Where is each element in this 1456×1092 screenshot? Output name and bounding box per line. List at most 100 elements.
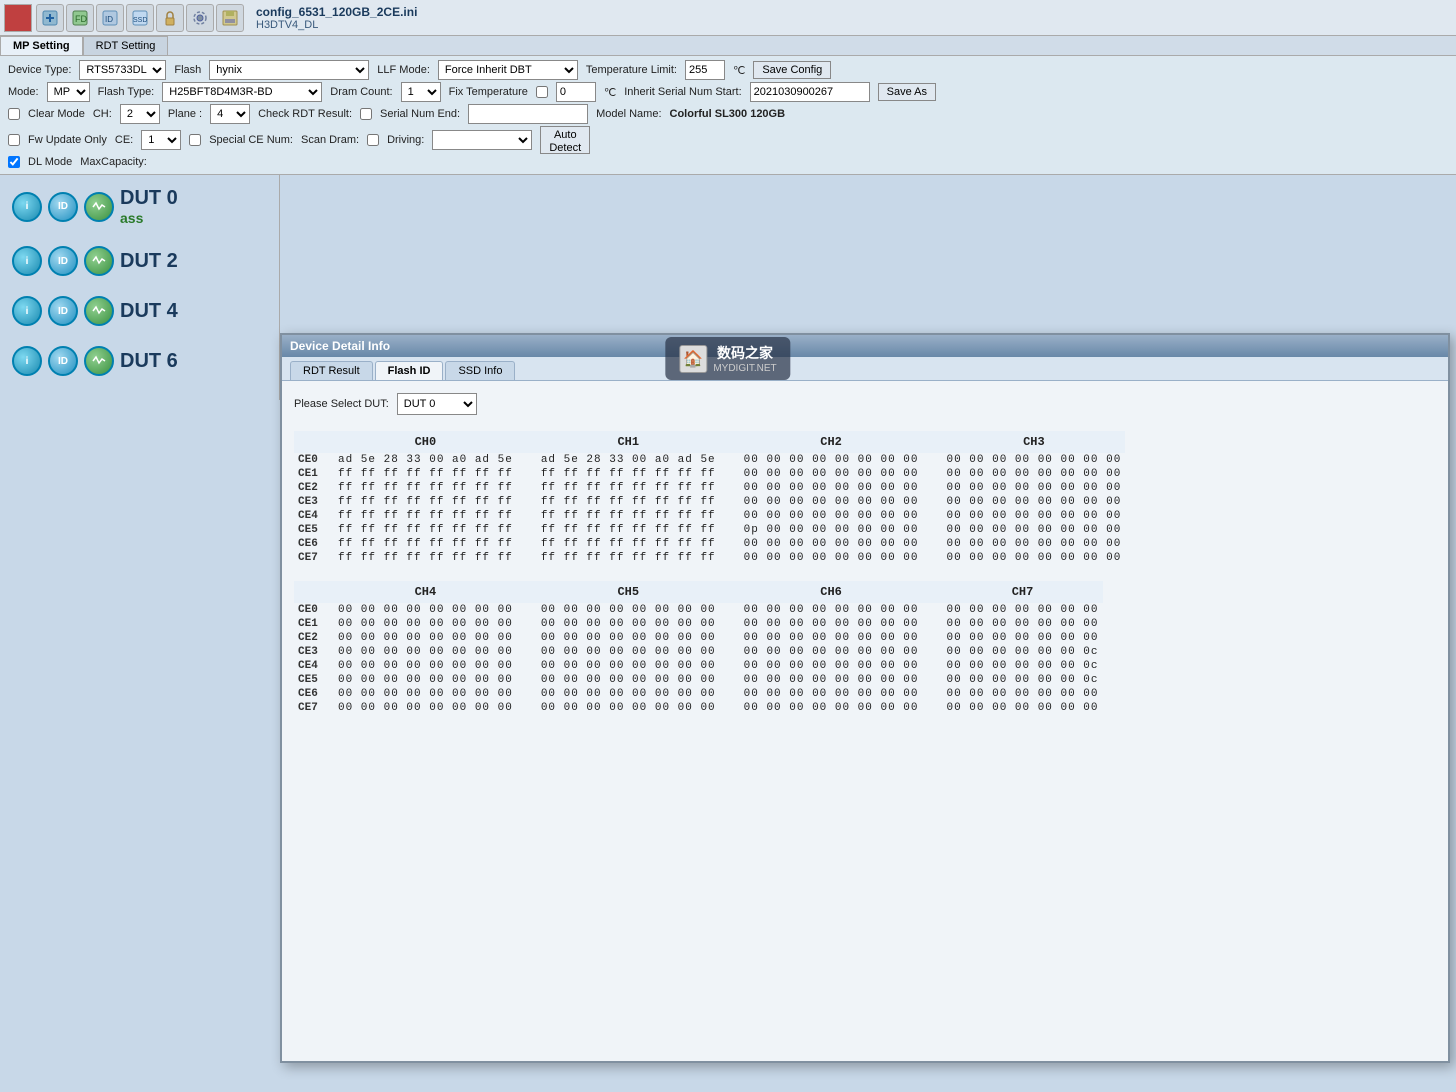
scan-dram-label: Scan Dram: (301, 134, 359, 146)
llf-mode-select[interactable]: Force Inherit DBT (438, 60, 578, 80)
table-row: CE7ff ff ff ff ff ff ff ffff ff ff ff ff… (294, 551, 1125, 565)
dram-count-select[interactable]: 1 (401, 82, 441, 102)
color-indicator-red (4, 4, 32, 32)
table-row: CE2ff ff ff ff ff ff ff ffff ff ff ff ff… (294, 481, 1125, 495)
dl-mode-label: DL Mode (28, 156, 72, 168)
clear-mode-label: Clear Mode (28, 108, 85, 120)
table-row: CE700 00 00 00 00 00 00 0000 00 00 00 00… (294, 701, 1103, 715)
fix-temp-input[interactable] (556, 82, 596, 102)
scan-dram-checkbox[interactable] (367, 134, 379, 146)
dut-2-info-icon[interactable]: i (12, 246, 42, 276)
fix-temp-unit: ℃ (604, 86, 616, 99)
inherit-serial-input[interactable] (750, 82, 870, 102)
dut-6-activity-icon[interactable] (84, 346, 114, 376)
tab-rdt-result[interactable]: RDT Result (290, 361, 373, 380)
table-row: CE3ff ff ff ff ff ff ff ffff ff ff ff ff… (294, 495, 1125, 509)
temp-limit-label: Temperature Limit: (586, 64, 677, 76)
device-type-select[interactable]: RTS5733DL (79, 60, 166, 80)
llf-mode-label: LLF Mode: (377, 64, 430, 76)
table-row: CE200 00 00 00 00 00 00 0000 00 00 00 00… (294, 631, 1103, 645)
plane-select[interactable]: 4 (210, 104, 250, 124)
dut-6-id-icon[interactable]: ID (48, 346, 78, 376)
ce-select[interactable]: 1 (141, 130, 181, 150)
temp-limit-input[interactable] (685, 60, 725, 80)
dut-select-row: Please Select DUT: DUT 0 (294, 393, 1436, 415)
table-row: CE300 00 00 00 00 00 00 0000 00 00 00 00… (294, 645, 1103, 659)
ch0-header: CH0 (334, 431, 517, 453)
ch3-header: CH3 (942, 431, 1125, 453)
auto-detect-button[interactable]: AutoDetect (540, 126, 590, 154)
dut-4-id-icon[interactable]: ID (48, 296, 78, 326)
rdt-result-button[interactable] (36, 4, 64, 32)
ch4-header: CH4 (334, 581, 517, 603)
dialog-title: Device Detail Info (290, 339, 390, 353)
config-title-group: config_6531_120GB_2CE.ini H3DTV4_DL (256, 5, 417, 31)
dut-0-activity-icon[interactable] (84, 192, 114, 222)
fix-temp-checkbox[interactable] (536, 86, 548, 98)
device-detail-dialog: Device Detail Info RDT Result Flash ID S… (280, 333, 1450, 1063)
factory-defect-button[interactable]: FD (66, 4, 94, 32)
table-row: CE5ff ff ff ff ff ff ff ffff ff ff ff ff… (294, 523, 1125, 537)
tab-ssd-info[interactable]: SSD Info (445, 361, 515, 380)
main-tabs: MP Setting RDT Setting (0, 36, 1456, 56)
flash-table-ch0-ch3: CH0 CH1 CH2 CH3 CE0ad 5e 28 33 00 a0 ad … (294, 431, 1125, 565)
dut-4-activity-icon[interactable] (84, 296, 114, 326)
save-as-button[interactable]: Save As (878, 83, 936, 101)
save-config-button[interactable]: Save Config (753, 61, 831, 79)
table-row: CE100 00 00 00 00 00 00 0000 00 00 00 00… (294, 617, 1103, 631)
dut-item-0: i ID DUT 0 ass (8, 183, 271, 230)
dut-6-label: DUT 6 (120, 350, 178, 373)
ch2-header: CH2 (740, 431, 923, 453)
svg-text:SSD: SSD (133, 17, 147, 24)
dram-count-label: Dram Count: (330, 86, 392, 98)
special-ce-label: Special CE Num: (209, 134, 293, 146)
lock-button[interactable] (156, 4, 184, 32)
dut-2-activity-icon[interactable] (84, 246, 114, 276)
svg-text:ID: ID (105, 15, 113, 24)
driving-label: Driving: (387, 134, 424, 146)
watermark-main: 数码之家 (713, 343, 776, 363)
dl-mode-checkbox[interactable] (8, 156, 20, 168)
dut-selector[interactable]: DUT 0 (397, 393, 477, 415)
read-id-button[interactable]: ID (96, 4, 124, 32)
clear-mode-checkbox[interactable] (8, 108, 20, 120)
driving-select[interactable] (432, 130, 532, 150)
table-row: CE0ad 5e 28 33 00 a0 ad 5ead 5e 28 33 00… (294, 453, 1125, 467)
settings-button[interactable] (186, 4, 214, 32)
special-ce-checkbox[interactable] (189, 134, 201, 146)
device-type-label: Device Type: (8, 64, 71, 76)
tab-mp-setting[interactable]: MP Setting (0, 36, 83, 55)
flash-select[interactable]: hynix (209, 60, 369, 80)
dut-0-info-icon[interactable]: i (12, 192, 42, 222)
table-row: CE6ff ff ff ff ff ff ff ffff ff ff ff ff… (294, 537, 1125, 551)
dut-2-id-icon[interactable]: ID (48, 246, 78, 276)
ch-select[interactable]: 2 (120, 104, 160, 124)
serial-end-input[interactable] (468, 104, 588, 124)
plane-label: Plane : (168, 108, 202, 120)
dut-4-info-icon[interactable]: i (12, 296, 42, 326)
tab-flash-id[interactable]: Flash ID (375, 361, 444, 380)
check-rdt-checkbox[interactable] (360, 108, 372, 120)
dut-6-info-icon[interactable]: i (12, 346, 42, 376)
table-row: CE500 00 00 00 00 00 00 0000 00 00 00 00… (294, 673, 1103, 687)
watermark-icon: 🏠 (679, 345, 707, 373)
dut-0-label: DUT 0 (120, 187, 178, 210)
fw-update-label: Fw Update Only (28, 134, 107, 146)
check-rdt-label: Check RDT Result: (258, 108, 352, 120)
model-name-value: Colorful SL300 120GB (670, 108, 786, 120)
table-row: CE600 00 00 00 00 00 00 0000 00 00 00 00… (294, 687, 1103, 701)
flash-type-label: Flash Type: (98, 86, 155, 98)
tab-rdt-setting[interactable]: RDT Setting (83, 36, 169, 55)
ssd-info-button[interactable]: SSD (126, 4, 154, 32)
toolbar-buttons: FD ID SSD (36, 4, 244, 32)
select-dut-label: Please Select DUT: (294, 398, 389, 410)
dut-0-id-icon[interactable]: ID (48, 192, 78, 222)
dut-2-label: DUT 2 (120, 250, 178, 273)
main-layout: i ID DUT 0 ass i ID DUT 2 i ID (0, 175, 1456, 400)
save-icon-button[interactable] (216, 4, 244, 32)
flash-table-upper: CH0 CH1 CH2 CH3 CE0ad 5e 28 33 00 a0 ad … (294, 431, 1436, 565)
fw-update-checkbox[interactable] (8, 134, 20, 146)
flash-type-select[interactable]: H25BFT8D4M3R-BD (162, 82, 322, 102)
table-row: CE400 00 00 00 00 00 00 0000 00 00 00 00… (294, 659, 1103, 673)
mode-select[interactable]: MP (47, 82, 90, 102)
